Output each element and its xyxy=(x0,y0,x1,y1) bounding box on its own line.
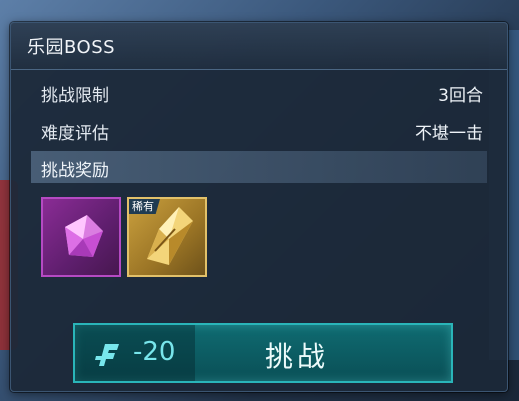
boss-info-panel: 乐园BOSS 挑战限制 3回合 难度评估 不堪一击 挑战奖励 稀有 -20 挑战 xyxy=(10,22,508,392)
challenge-button[interactable]: -20 挑战 xyxy=(73,323,453,383)
panel-title: 乐园BOSS xyxy=(27,37,116,58)
reward-item-gold-shard[interactable]: 稀有 xyxy=(127,197,207,277)
rare-badge: 稀有 xyxy=(129,199,160,214)
panel-header: 乐园BOSS xyxy=(11,23,507,70)
challenge-limit-row: 挑战限制 3回合 xyxy=(31,78,487,106)
rewards-header: 挑战奖励 xyxy=(31,151,487,183)
stamina-icon xyxy=(95,344,119,366)
reward-item-purple-crystal[interactable] xyxy=(41,197,121,277)
difficulty-label: 难度评估 xyxy=(41,124,109,144)
challenge-limit-label: 挑战限制 xyxy=(41,86,109,106)
purple-crystal-icon xyxy=(65,215,103,257)
difficulty-row: 难度评估 不堪一击 xyxy=(31,116,487,144)
stamina-cost-value: -20 xyxy=(133,337,176,367)
challenge-limit-value: 3回合 xyxy=(438,86,483,106)
difficulty-value: 不堪一击 xyxy=(415,124,483,144)
stamina-cost: -20 xyxy=(75,325,195,381)
challenge-button-label: 挑战 xyxy=(265,340,330,373)
rewards-header-label: 挑战奖励 xyxy=(41,161,109,181)
